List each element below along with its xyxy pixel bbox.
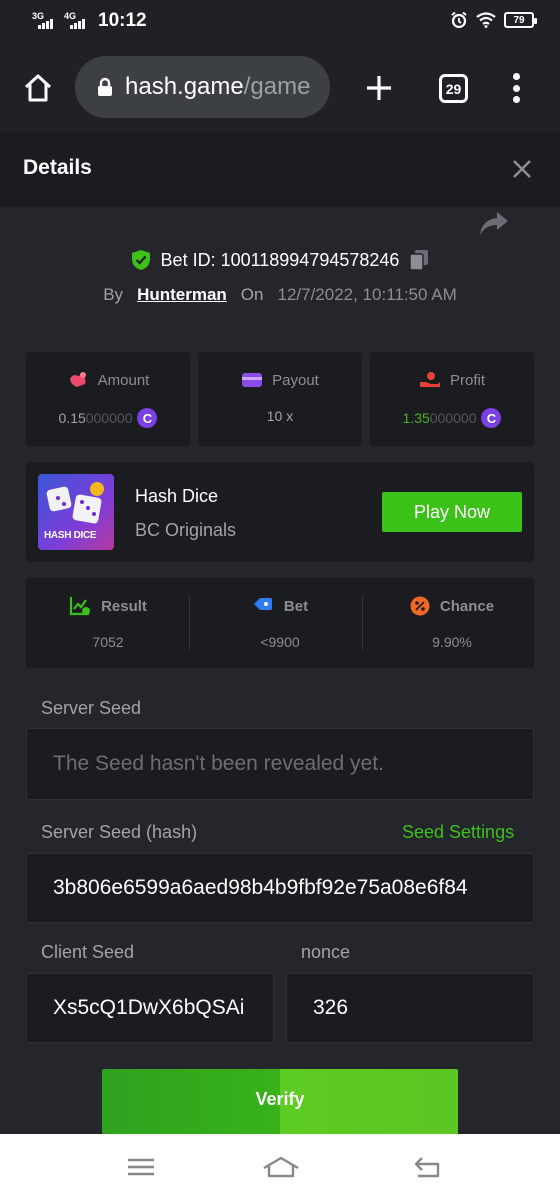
bet-author-row: By Hunterman On 12/7/2022, 10:11:50 AM — [103, 285, 457, 305]
address-bar[interactable]: hash.game/game — [75, 56, 330, 118]
system-nav-bar — [0, 1134, 560, 1200]
alarm-icon — [451, 11, 467, 29]
home-nav-icon[interactable] — [262, 1152, 300, 1182]
wifi-icon — [476, 12, 496, 28]
coin-icon: C — [137, 408, 158, 428]
result-value: 7052 — [92, 634, 124, 650]
back-nav-icon[interactable] — [410, 1152, 444, 1182]
hash-dice-thumbnail[interactable]: HASH DICE — [38, 474, 114, 550]
details-header: Details — [0, 132, 560, 207]
server-seed-hash-label: Server Seed (hash) — [41, 822, 198, 842]
nonce-field[interactable]: 326 — [286, 973, 534, 1043]
user-link[interactable]: Hunterman — [137, 285, 227, 305]
nonce-value: 326 — [313, 996, 349, 1019]
browser-menu-button[interactable] — [506, 71, 526, 105]
seed-settings-link[interactable]: Seed Settings — [402, 822, 514, 843]
browser-toolbar: hash.game/game 29 — [0, 44, 560, 132]
result-chart-icon — [69, 597, 91, 616]
bet-date: 12/7/2022, 10:11:50 AM — [277, 285, 457, 304]
bet-id: Bet ID: 100118994794578246 — [160, 249, 400, 270]
amount-icon — [69, 372, 86, 387]
game-provider: BC Originals — [135, 520, 237, 540]
verified-shield-icon — [131, 250, 150, 270]
payout-card: Payout 10 x — [198, 352, 362, 446]
recent-apps-icon[interactable] — [124, 1152, 158, 1182]
share-icon[interactable] — [478, 208, 510, 238]
result-card: Result 7052 Bet <9900 Chance 9.90% — [26, 578, 534, 668]
game-name: Hash Dice — [135, 486, 219, 506]
result-column: Result 7052 — [26, 578, 190, 668]
amount-card: Amount 0.15000000 C — [26, 352, 190, 446]
status-bar: 3G 4G 10:12 79 — [0, 0, 560, 44]
profit-card: Profit 1.35000000 C — [370, 352, 534, 446]
server-seed-placeholder: The Seed hasn't been revealed yet. — [53, 752, 384, 775]
browser-home-button[interactable] — [18, 68, 58, 108]
profit-value: 1.35000000 — [402, 410, 477, 426]
tab-switcher-button[interactable]: 29 — [439, 74, 468, 103]
game-card: HASH DICE Hash Dice BC Originals Play No… — [26, 462, 534, 562]
client-seed-value: Xs5cQ1DwX6bQSAi — [53, 996, 245, 1019]
server-seed-hash-value: 3b806e6599a6aed98b4b9fbf92e75a08e6f84 — [53, 876, 468, 899]
home-icon — [24, 74, 52, 102]
details-title: Details — [23, 156, 92, 179]
signal-3g-icon: 3G — [32, 11, 56, 31]
close-icon[interactable] — [507, 154, 537, 184]
bet-id-row: Bet ID: 100118994794578246 — [0, 246, 560, 274]
client-seed-label: Client Seed — [41, 942, 135, 962]
profit-icon — [419, 372, 440, 387]
percent-icon — [410, 596, 430, 616]
copy-icon[interactable] — [409, 249, 429, 271]
bet-tag-icon — [253, 598, 272, 610]
new-tab-plus-icon[interactable] — [362, 71, 396, 105]
lock-icon — [98, 77, 112, 96]
bet-column: Bet <9900 — [198, 578, 362, 668]
status-time: 10:12 — [98, 10, 147, 31]
url-text: hash.game/game — [125, 73, 311, 100]
client-seed-field[interactable]: Xs5cQ1DwX6bQSAi — [26, 973, 274, 1043]
chance-column: Chance 9.90% — [370, 578, 534, 668]
battery-icon: 79 — [504, 12, 537, 28]
bet-value: <9900 — [260, 634, 300, 650]
verify-button[interactable]: Verify — [102, 1069, 458, 1135]
play-now-button[interactable]: Play Now — [382, 492, 522, 532]
payout-value: 10 x — [266, 408, 294, 424]
server-seed-field[interactable]: The Seed hasn't been revealed yet. — [26, 728, 534, 800]
chance-value: 9.90% — [432, 634, 472, 650]
server-seed-label: Server Seed — [41, 698, 142, 718]
amount-value: 0.15000000 — [58, 410, 133, 426]
server-seed-hash-field[interactable]: 3b806e6599a6aed98b4b9fbf92e75a08e6f84 — [26, 853, 534, 923]
signal-4g-icon: 4G — [64, 11, 88, 31]
payout-icon — [242, 373, 263, 387]
nonce-label: nonce — [301, 942, 351, 962]
coin-icon: C — [481, 408, 502, 428]
